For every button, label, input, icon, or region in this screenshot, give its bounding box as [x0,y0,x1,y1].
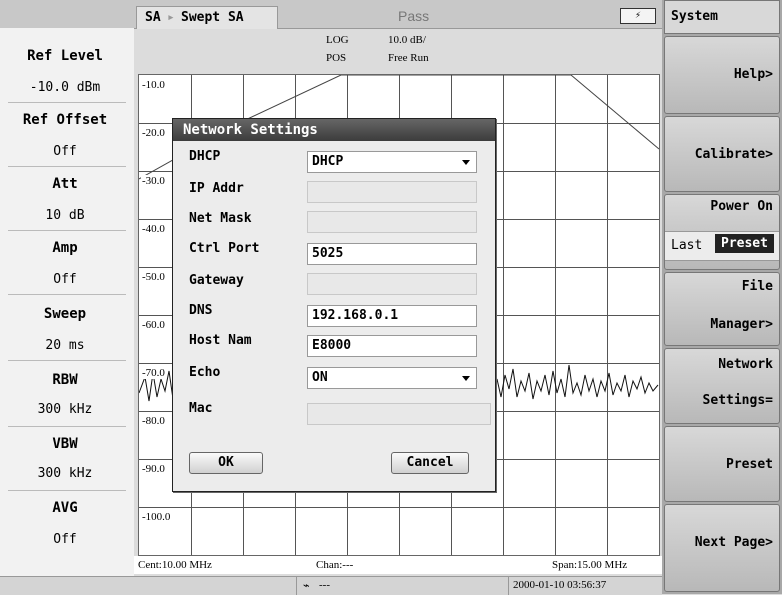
sub-mode-label: Swept SA [181,10,244,25]
net-mask-label: Net Mask [189,211,252,226]
divider [8,102,126,103]
vbw-value[interactable]: 300 kHz [0,466,130,481]
y-axis-label: -70.0 [141,367,166,379]
top-status-bar: SA ▸ Swept SA Pass ⚡ [0,0,662,29]
divider [8,294,126,295]
network-settings-dialog: Network Settings DHCP DHCP IP Addr Net M… [172,118,496,492]
ip-addr-field[interactable] [307,181,477,203]
dns-field[interactable]: 192.168.0.1 [307,305,477,327]
divider [8,166,126,167]
y-axis-label: -60.0 [141,319,166,331]
datetime: 2000-01-10 03:56:37 [513,579,607,591]
gateway-label: Gateway [189,273,244,288]
att-value[interactable]: 10 dB [0,208,130,223]
divider [8,360,126,361]
dhcp-select[interactable]: DHCP [307,151,477,173]
ok-button[interactable]: OK [189,452,263,474]
calibrate-softkey[interactable]: Calibrate> [664,116,780,192]
y-axis-label: -40.0 [141,223,166,235]
pass-status: Pass [398,8,430,24]
ref-level-label[interactable]: Ref Level [0,48,130,64]
battery-charging-icon: ⚡ [620,8,656,24]
mode-label: SA [145,10,161,25]
y-axis-label: -90.0 [141,463,166,475]
y-axis-label: -20.0 [141,127,166,139]
frequency-info-bar: Cent:10.00 MHz Chan:--- Span:15.00 MHz [134,556,662,574]
host-name-field[interactable]: E8000 [307,335,477,357]
net-mask-field[interactable] [307,211,477,233]
help-softkey[interactable]: Help> [664,36,780,114]
dns-label: DNS [189,303,213,318]
menu-title: System [664,0,780,34]
dialog-title: Network Settings [173,119,495,141]
rbw-value[interactable]: 300 kHz [0,402,130,417]
scale-value: 10.0 dB/ [388,34,426,46]
ctrl-port-label: Ctrl Port [189,241,260,256]
dropdown-arrow-icon [462,376,470,381]
echo-label: Echo [189,365,221,380]
chevron-right-icon: ▸ [167,10,175,25]
detector: POS [326,52,347,64]
connection-status: --- [319,579,330,591]
last-option[interactable]: Last [671,238,702,253]
dhcp-label: DHCP [189,149,221,164]
next-page-softkey[interactable]: Next Page> [664,504,780,592]
amp-label[interactable]: Amp [0,240,130,256]
network-settings-softkey[interactable]: Network Settings= [664,348,780,424]
y-axis-label: -10.0 [141,79,166,91]
ip-addr-label: IP Addr [189,181,244,196]
parameter-panel: Ref Level -10.0 dBm Ref Offset Off Att 1… [0,28,134,576]
echo-select[interactable]: ON [307,367,477,389]
divider [8,490,126,491]
divider [8,426,126,427]
channel[interactable]: Chan:--- [316,559,353,571]
trigger: Free Run [388,52,429,64]
power-on-toggle[interactable]: Last Preset [665,231,779,261]
sweep-value[interactable]: 20 ms [0,338,130,353]
mode-tab[interactable]: SA ▸ Swept SA [136,6,278,29]
rbw-label[interactable]: RBW [0,372,130,388]
ref-offset-label[interactable]: Ref Offset [0,112,130,128]
gateway-field[interactable] [307,273,477,295]
status-segment: ⌁ --- [296,577,507,595]
ref-level-value[interactable]: -10.0 dBm [0,80,130,95]
avg-label[interactable]: AVG [0,500,130,516]
power-on-softkey[interactable]: Power On Last Preset [664,194,780,270]
avg-value[interactable]: Off [0,532,130,547]
host-name-label: Host Nam [189,333,252,348]
scale-type: LOG [326,34,349,46]
att-label[interactable]: Att [0,176,130,192]
ref-offset-value[interactable]: Off [0,144,130,159]
vbw-label[interactable]: VBW [0,436,130,452]
preset-softkey[interactable]: Preset [664,426,780,502]
softkey-panel: System Help> Calibrate> Power On Last Pr… [662,0,782,594]
span[interactable]: Span:15.00 MHz [552,559,627,571]
preset-option-selected[interactable]: Preset [715,234,774,253]
amp-value[interactable]: Off [0,272,130,287]
datetime-segment: 2000-01-10 03:56:37 [508,577,659,595]
sweep-label[interactable]: Sweep [0,306,130,322]
mac-field[interactable] [307,403,491,425]
file-manager-softkey[interactable]: File Manager> [664,272,780,346]
dropdown-arrow-icon [462,160,470,165]
y-axis-label: -100.0 [141,511,172,523]
center-frequency[interactable]: Cent:10.00 MHz [138,559,212,571]
y-axis-label: -30.0 [141,175,166,187]
network-icon: ⌁ [303,580,310,592]
ctrl-port-field[interactable]: 5025 [307,243,477,265]
status-bar: ⌁ --- 2000-01-10 03:56:37 [0,576,662,595]
cancel-button[interactable]: Cancel [391,452,469,474]
y-axis-label: -50.0 [141,271,166,283]
mac-label: Mac [189,401,213,416]
y-axis-label: -80.0 [141,415,166,427]
divider [8,230,126,231]
